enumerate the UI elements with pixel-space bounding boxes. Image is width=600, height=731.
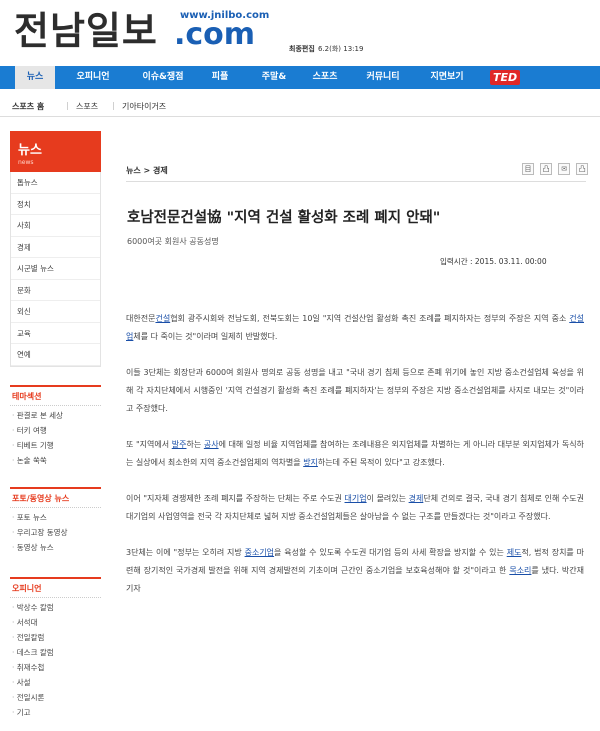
- sidebar-item-politics[interactable]: 정치: [11, 194, 100, 215]
- keyword-link[interactable]: 경제: [409, 494, 424, 503]
- breadcrumb-kia-tigers[interactable]: 기아타이거즈: [122, 101, 166, 112]
- sidebar-photo-title: 포토/동영상 뉴스: [10, 489, 101, 508]
- nav-news[interactable]: 뉴스: [15, 66, 55, 89]
- keyword-link[interactable]: 제도: [507, 548, 522, 557]
- sidebar-opinion-item[interactable]: 전일시론: [12, 690, 101, 705]
- breadcrumb-separator: |: [66, 101, 69, 110]
- article-body: 대한전문건설협회 광주시회와 전남도회, 전북도회는 10일 "지역 건설산업 …: [126, 310, 584, 616]
- nav-issue[interactable]: 이슈&쟁점: [133, 66, 193, 89]
- article-paragraph: 대한전문건설협회 광주시회와 전남도회, 전북도회는 10일 "지역 건설산업 …: [126, 310, 584, 346]
- keyword-link[interactable]: 목소리: [509, 566, 531, 575]
- breadcrumb-sports[interactable]: 스포츠: [76, 101, 98, 112]
- sidebar-news-subtitle: news: [18, 159, 34, 166]
- sidebar-news-title: 뉴스: [18, 143, 42, 158]
- sidebar-opinion-item[interactable]: 취재수첩: [12, 660, 101, 675]
- sidebar-theme-item[interactable]: 터키 여행: [12, 423, 101, 438]
- sidebar-item-local[interactable]: 시군별 뉴스: [11, 258, 100, 280]
- nav-community[interactable]: 커뮤니티: [358, 66, 408, 89]
- sidebar-opinion-item[interactable]: 데스크 칼럼: [12, 645, 101, 660]
- sidebar-photo-item[interactable]: 포토 뉴스: [12, 510, 101, 525]
- keyword-link[interactable]: 중소기업: [245, 548, 274, 557]
- sidebar-news: 뉴스 news 톱뉴스 정치 사회 경제 시군별 뉴스 문화 외신 교육 연예: [10, 131, 101, 367]
- sidebar-theme-item[interactable]: 판결로 본 세상: [12, 408, 101, 423]
- sidebar-theme-item[interactable]: 논술 쑥쑥: [12, 453, 101, 468]
- article-tools: 目 凸 ✉ 凸: [521, 163, 589, 176]
- nav-opinion[interactable]: 오피니언: [68, 66, 118, 89]
- share-icon[interactable]: 凸: [576, 163, 589, 175]
- sidebar-item-entertainment[interactable]: 연예: [11, 344, 100, 366]
- sidebar-news-list: 톱뉴스 정치 사회 경제 시군별 뉴스 문화 외신 교육 연예: [10, 172, 101, 367]
- sidebar-item-economy[interactable]: 경제: [11, 237, 100, 258]
- sidebar-news-header: 뉴스 news: [10, 131, 101, 172]
- sidebar-photo-video: 포토/동영상 뉴스 포토 뉴스 우리고장 동영상 동영상 뉴스: [10, 487, 101, 555]
- sidebar-item-top-news[interactable]: 톱뉴스: [11, 172, 100, 194]
- sidebar-opinion-item[interactable]: 서석대: [12, 615, 101, 630]
- keyword-link[interactable]: 공사: [204, 440, 219, 449]
- nav-people[interactable]: 피플: [205, 66, 235, 89]
- paragraph-text: 이어 "지자체 경쟁제한 조례 폐지를 주장하는 단체는 주로 수도권: [126, 494, 345, 503]
- article-paragraph: 이어 "지자체 경쟁제한 조례 폐지를 주장하는 단체는 주로 수도권 대기업이…: [126, 490, 584, 526]
- keyword-link[interactable]: 발주: [172, 440, 187, 449]
- nav-sports[interactable]: 스포츠: [305, 66, 345, 89]
- sidebar-theme-section: 테마섹션 판결로 본 세상 터키 여행 티베트 기행 논술 쑥쑥: [10, 385, 101, 468]
- sidebar-theme-title: 테마섹션: [10, 387, 101, 406]
- sidebar-opinion-item[interactable]: 전일칼럼: [12, 630, 101, 645]
- paragraph-text: 체를 다 죽이는 것"이라며 일제히 반발했다.: [133, 332, 278, 341]
- paragraph-text: 이 몰려있는: [366, 494, 409, 503]
- paragraph-text: 협회 광주시회와 전남도회, 전북도회는 10일 "지역 건설산업 활성화 촉진…: [170, 314, 570, 323]
- paragraph-text: 대한전문: [126, 314, 156, 323]
- sidebar-theme-item[interactable]: 티베트 기행: [12, 438, 101, 453]
- sidebar-item-foreign[interactable]: 외신: [11, 301, 100, 323]
- article-section-crumb[interactable]: 뉴스 > 경제: [126, 165, 168, 176]
- nav-weekend[interactable]: 주말&: [254, 66, 294, 89]
- paragraph-text: 이들 3단체는 회장단과 6000여 회원사 명의로 공동 성명을 내고 "국내…: [126, 368, 584, 413]
- article-paragraph: 3단체는 이에 "정부는 오히려 지방 중소기업을 육성할 수 있도록 수도권 …: [126, 544, 584, 598]
- article-headline: 호남전문건설協 "지역 건설 활성화 조례 폐지 안돼": [127, 210, 441, 226]
- sidebar-opinion-title: 오피니언: [10, 579, 101, 598]
- article-date: 입력시간 : 2015. 03.11. 00:00: [440, 257, 547, 266]
- sidebar-opinion-item[interactable]: 기고: [12, 705, 101, 720]
- list-icon[interactable]: 目: [522, 163, 534, 175]
- masthead: 전남일보 www.jnilbo.com .com 최종편집 6.2(화) 13:…: [0, 0, 600, 62]
- sidebar-opinion-item[interactable]: 사설: [12, 675, 101, 690]
- article-paragraph: 또 "지역에서 발주하는 공사에 대해 일정 비율 지역업체를 참여하는 조례내…: [126, 436, 584, 472]
- last-edited-label: 최종편집: [289, 45, 315, 53]
- keyword-link[interactable]: 방지: [303, 458, 318, 467]
- sidebar-item-education[interactable]: 교육: [11, 323, 100, 344]
- paragraph-text: 하는: [186, 440, 204, 449]
- breadcrumb-sports-home[interactable]: 스포츠 홈: [12, 101, 44, 112]
- article-subhead: 6000여곳 회원사 공동성명: [127, 237, 219, 246]
- breadcrumb: 스포츠 홈 | 스포츠 | 기아타이거즈: [0, 95, 600, 117]
- paragraph-text: 또 "지역에서: [126, 440, 172, 449]
- sidebar-opinion-item[interactable]: 박상수 칼럼: [12, 600, 101, 615]
- article-paragraph: 이들 3단체는 회장단과 6000여 회원사 명의로 공동 성명을 내고 "국내…: [126, 364, 584, 418]
- sidebar-item-society[interactable]: 사회: [11, 215, 100, 237]
- nav-ted-logo[interactable]: TED: [490, 70, 521, 85]
- sidebar-photo-list: 포토 뉴스 우리고장 동영상 동영상 뉴스: [10, 508, 101, 555]
- article-divider: [126, 181, 586, 182]
- sidebar-opinion: 오피니언 박상수 칼럼 서석대 전일칼럼 데스크 칼럼 취재수첩 사설 전일시론…: [10, 577, 101, 720]
- email-icon[interactable]: ✉: [558, 163, 571, 175]
- breadcrumb-separator: |: [112, 101, 115, 110]
- keyword-link[interactable]: 대기업: [345, 494, 367, 503]
- nav-print-edition[interactable]: 지면보기: [422, 66, 472, 89]
- paragraph-text: 하는데 주된 목적이 있다"고 강조했다.: [317, 458, 445, 467]
- sidebar-photo-item[interactable]: 동영상 뉴스: [12, 540, 101, 555]
- last-edited-value: 6.2(화) 13:19: [318, 45, 364, 53]
- site-url-com: .com: [174, 17, 256, 52]
- print-icon[interactable]: 凸: [540, 163, 553, 175]
- paragraph-text: 을 육성할 수 있도록 수도권 대기업 등의 사세 확장을 방지할 수 있는: [274, 548, 507, 557]
- sidebar-theme-list: 판결로 본 세상 터키 여행 티베트 기행 논술 쑥쑥: [10, 406, 101, 468]
- site-logo[interactable]: 전남일보: [14, 12, 158, 50]
- keyword-link[interactable]: 건설: [155, 314, 170, 323]
- paragraph-text: 3단체는 이에 "정부는 오히려 지방: [126, 548, 245, 557]
- sidebar-photo-item[interactable]: 우리고장 동영상: [12, 525, 101, 540]
- main-nav: 뉴스 오피니언 이슈&쟁점 피플 주말& 스포츠 커뮤니티 지면보기 TED: [0, 66, 600, 89]
- sidebar-item-culture[interactable]: 문화: [11, 280, 100, 301]
- sidebar-opinion-list: 박상수 칼럼 서석대 전일칼럼 데스크 칼럼 취재수첩 사설 전일시론 기고: [10, 598, 101, 720]
